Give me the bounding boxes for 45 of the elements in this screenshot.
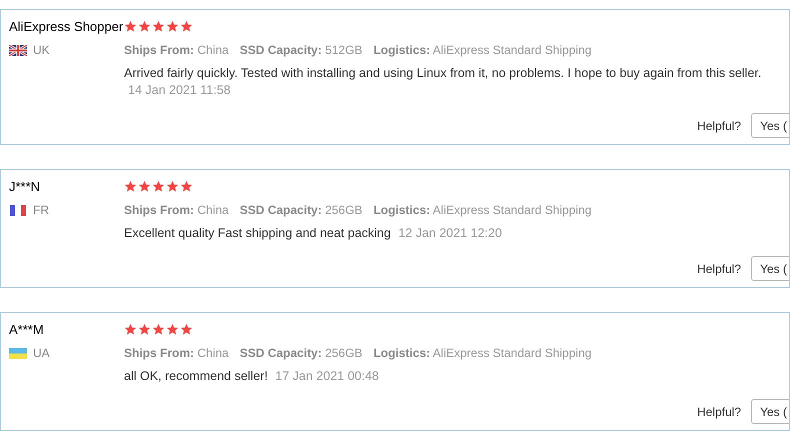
reviewer-name: A***M bbox=[9, 321, 45, 338]
star-icon bbox=[124, 20, 137, 33]
spec-text: Logistics: AliExpress Standard Shipping bbox=[373, 42, 592, 58]
spec-text: SSD Capacity: 512GB bbox=[240, 42, 362, 58]
spec-text: Ships From: China bbox=[124, 345, 229, 361]
star-icon bbox=[152, 20, 165, 33]
review-text: Arrived fairly quickly. Tested with installing and using Linux from it, no problems. I hope to buy again from this seller. bbox=[124, 66, 762, 80]
star-icon bbox=[180, 20, 193, 33]
star-icon bbox=[166, 20, 179, 33]
star-icon bbox=[166, 180, 179, 193]
spec-text: Ships From: China bbox=[124, 42, 229, 58]
flag-icon bbox=[9, 348, 27, 358]
star-icon bbox=[138, 20, 151, 33]
spec-text: Logistics: AliExpress Standard Shipping bbox=[373, 345, 592, 361]
yes-button[interactable]: Yes ( bbox=[751, 399, 789, 424]
review-text: Excellent quality Fast shipping and neat packing bbox=[124, 226, 391, 240]
country-code: UA bbox=[33, 345, 50, 361]
review-date: 17 Jan 2021 00:48 bbox=[275, 369, 379, 383]
star-icon bbox=[124, 323, 137, 336]
country-code: UK bbox=[33, 42, 50, 58]
flag-icon bbox=[9, 44, 27, 56]
review-date: 14 Jan 2021 11:58 bbox=[128, 83, 231, 97]
spec-text: SSD Capacity: 256GB bbox=[240, 202, 362, 218]
yes-button[interactable]: Yes ( bbox=[751, 113, 789, 138]
helpful-label: Helpful? bbox=[697, 260, 742, 278]
star-icon bbox=[138, 180, 151, 193]
star-icon bbox=[124, 180, 137, 193]
flag-icon bbox=[9, 204, 27, 216]
star-icon bbox=[166, 323, 179, 336]
reviewer-name: AliExpress Shopper bbox=[9, 18, 124, 35]
star-icon bbox=[152, 323, 165, 336]
spec-text: Ships From: China bbox=[124, 202, 229, 218]
reviewer-name: J***N bbox=[9, 178, 42, 195]
review-date: 12 Jan 2021 12:20 bbox=[398, 226, 502, 240]
star-icon bbox=[180, 323, 193, 336]
spec-text: Logistics: AliExpress Standard Shipping bbox=[373, 202, 592, 218]
review-text: all OK, recommend seller! bbox=[124, 369, 268, 383]
country-code: FR bbox=[33, 202, 49, 218]
star-icon bbox=[138, 323, 151, 336]
helpful-label: Helpful? bbox=[697, 118, 742, 134]
spec-text: SSD Capacity: 256GB bbox=[240, 345, 362, 361]
yes-button[interactable]: Yes ( bbox=[751, 256, 789, 281]
star-icon bbox=[180, 180, 193, 193]
helpful-label: Helpful? bbox=[697, 404, 742, 420]
star-icon bbox=[152, 180, 165, 193]
